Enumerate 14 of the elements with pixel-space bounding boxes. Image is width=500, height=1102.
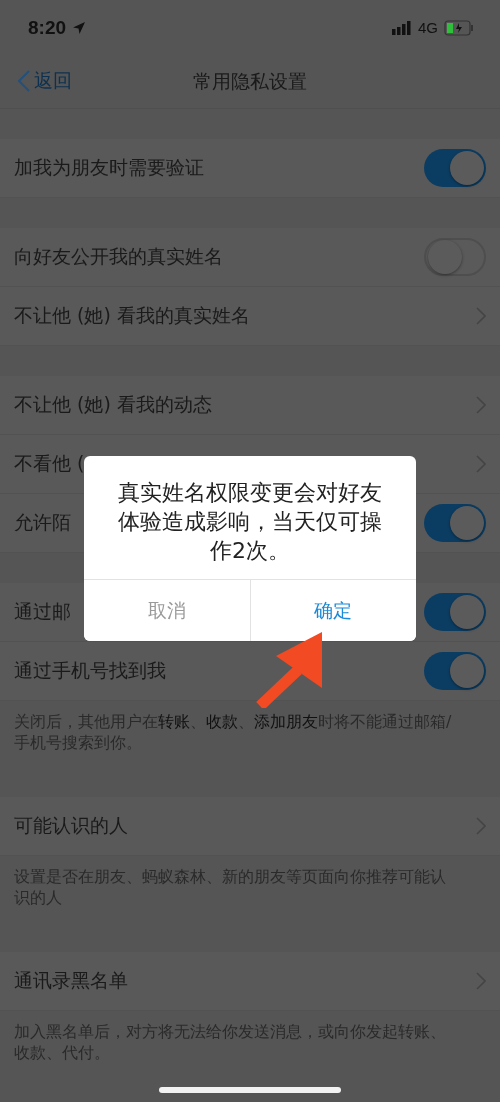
status-time: 8:20 [28,16,67,39]
row-label: 可能认识的人 [14,813,128,838]
network-label: 4G [418,19,438,36]
row-label: 通讯录黑名单 [14,968,128,993]
page-title: 常用隐私设置 [193,68,307,94]
row-label: 允许陌 [14,510,71,535]
row-label: 加我为朋友时需要验证 [14,155,204,180]
row-label: 通过邮 [14,599,71,624]
dialog-message: 真实姓名权限变更会对好友体验造成影响，当天仅可操作2次。 [117,479,383,565]
row-label: 不看他 ( [14,451,85,476]
row-label: 通过手机号找到我 [14,658,166,683]
row-label: 不让他 (她) 看我的真实姓名 [14,303,250,328]
row-label: 不让他 (她) 看我的动态 [14,392,212,417]
row-label: 向好友公开我的真实姓名 [14,244,223,269]
